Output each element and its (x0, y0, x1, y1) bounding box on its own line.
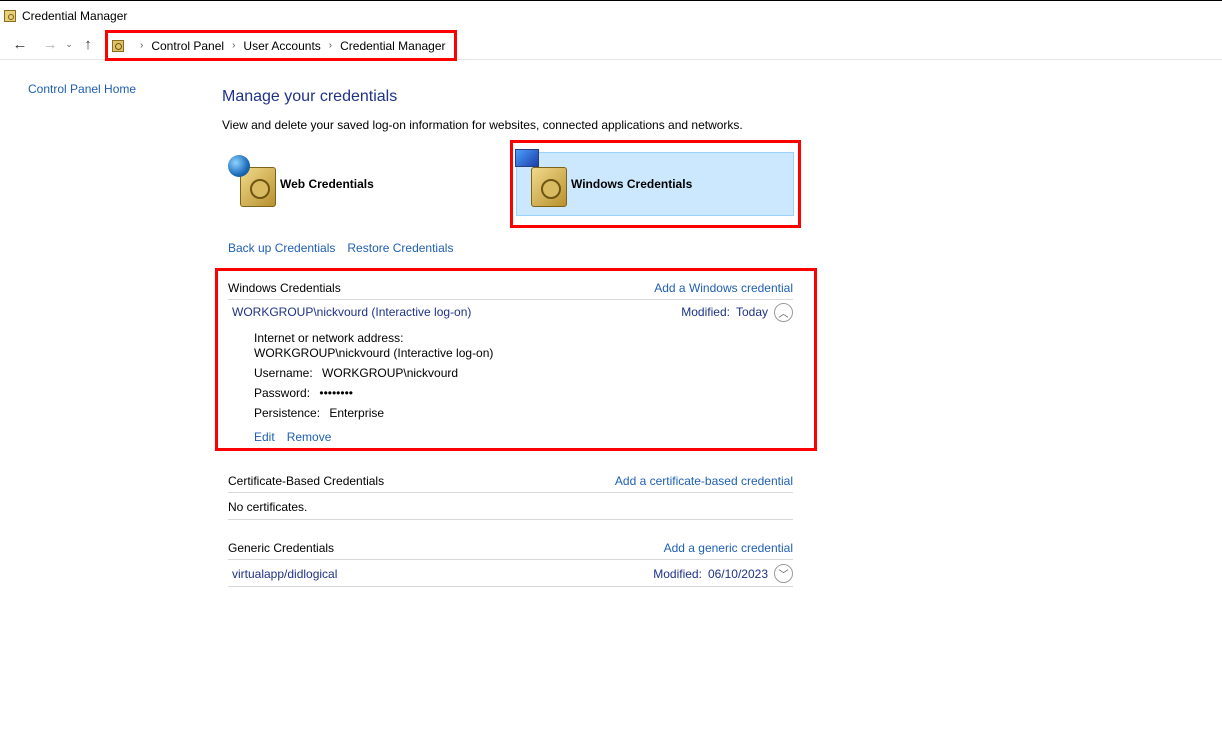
page-title: Manage your credentials (222, 88, 398, 105)
vault-icon (531, 167, 567, 207)
password-label: Password: (254, 386, 311, 400)
remove-credential-link[interactable]: Remove (287, 430, 332, 444)
credential-modified: Modified: Today ︿ (681, 302, 793, 322)
breadcrumb-control-panel[interactable]: Control Panel (151, 39, 224, 53)
windows-credentials-header: Windows Credentials Add a Windows creden… (228, 276, 793, 300)
up-arrow-icon[interactable]: ↑ (76, 33, 100, 57)
section-title: Windows Credentials (228, 280, 341, 295)
monitor-icon (515, 149, 539, 167)
generic-credentials-header: Generic Credentials Add a generic creden… (228, 536, 793, 560)
web-credentials-label: Web Credentials (280, 177, 374, 191)
breadcrumb-separator-icon[interactable]: › (232, 40, 235, 51)
back-up-credentials-link[interactable]: Back up Credentials (228, 241, 335, 255)
username-row: Username: WORKGROUP\nickvourd (254, 366, 493, 381)
collapse-chevron-icon[interactable]: ︿ (774, 302, 793, 322)
breadcrumb-separator-icon[interactable]: › (140, 40, 143, 51)
address-bar: ← → ⌄ ↑ › Control Panel › User Accounts … (0, 30, 1222, 61)
restore-credentials-link[interactable]: Restore Credentials (347, 241, 453, 255)
forward-arrow-icon[interactable]: → (38, 33, 62, 57)
breadcrumb: › Control Panel › User Accounts › Creden… (105, 30, 457, 61)
modified-value: 06/10/2023 (707, 566, 768, 581)
credential-manager-icon (4, 9, 16, 22)
add-windows-credential-link[interactable]: Add a Windows credential (654, 281, 793, 295)
credential-name[interactable]: WORKGROUP\nickvourd (Interactive log-on) (232, 305, 471, 319)
username-label: Username: (254, 366, 313, 380)
globe-icon (228, 155, 250, 177)
web-credentials-tile[interactable]: Web Credentials (228, 155, 502, 212)
username-value: WORKGROUP\nickvourd (322, 366, 459, 380)
breadcrumb-user-accounts[interactable]: User Accounts (243, 39, 320, 53)
certificate-credentials-header: Certificate-Based Credentials Add a cert… (228, 469, 793, 493)
address-label: Internet or network address: (254, 331, 404, 345)
credential-actions: Edit Remove (254, 430, 331, 444)
recent-locations-chevron-icon[interactable]: ⌄ (62, 33, 76, 57)
backup-restore-links: Back up Credentials Restore Credentials (228, 241, 453, 255)
window-title: Credential Manager (22, 8, 128, 23)
web-credentials-icon (228, 155, 276, 207)
page-description: View and delete your saved log-on inform… (222, 118, 743, 132)
password-value: •••••••• (319, 386, 353, 400)
no-certificates-text: No certificates. (228, 494, 793, 520)
add-generic-credential-link[interactable]: Add a generic credential (664, 541, 793, 555)
modified-value: Today (735, 305, 768, 319)
edit-credential-link[interactable]: Edit (254, 430, 275, 444)
address-value: WORKGROUP\nickvourd (Interactive log-on) (254, 346, 494, 360)
generic-credential-row[interactable]: virtualapp/didlogical Modified: 06/10/20… (228, 561, 793, 587)
windows-credentials-tile[interactable]: Windows Credentials (515, 149, 794, 216)
windows-credentials-icon (515, 149, 567, 207)
back-arrow-icon[interactable]: ← (8, 33, 32, 57)
persistence-value: Enterprise (329, 406, 385, 420)
password-row: Password: •••••••• (254, 386, 493, 401)
section-title: Certificate-Based Credentials (228, 473, 385, 488)
windows-credentials-highlight: Windows Credentials (510, 140, 801, 228)
credential-name[interactable]: virtualapp/didlogical (232, 567, 337, 581)
control-panel-icon[interactable] (112, 39, 124, 52)
windows-credentials-label: Windows Credentials (571, 177, 693, 191)
windows-credential-row[interactable]: WORKGROUP\nickvourd (Interactive log-on)… (228, 300, 793, 324)
expand-chevron-icon[interactable]: ﹀ (774, 564, 793, 583)
credential-modified: Modified: 06/10/2023 ﹀ (653, 564, 793, 583)
title-bar: Credential Manager (0, 0, 1222, 30)
section-title: Generic Credentials (228, 540, 335, 555)
persistence-label: Persistence: (254, 406, 321, 420)
credential-details: Internet or network address: WORKGROUP\n… (254, 331, 493, 426)
breadcrumb-credential-manager[interactable]: Credential Manager (340, 39, 445, 53)
modified-label: Modified: (653, 566, 702, 581)
persistence-row: Persistence: Enterprise (254, 406, 493, 421)
control-panel-home-link[interactable]: Control Panel Home (28, 82, 136, 96)
breadcrumb-separator-icon[interactable]: › (329, 40, 332, 51)
add-certificate-credential-link[interactable]: Add a certificate-based credential (615, 474, 793, 488)
modified-label: Modified: (681, 305, 730, 319)
